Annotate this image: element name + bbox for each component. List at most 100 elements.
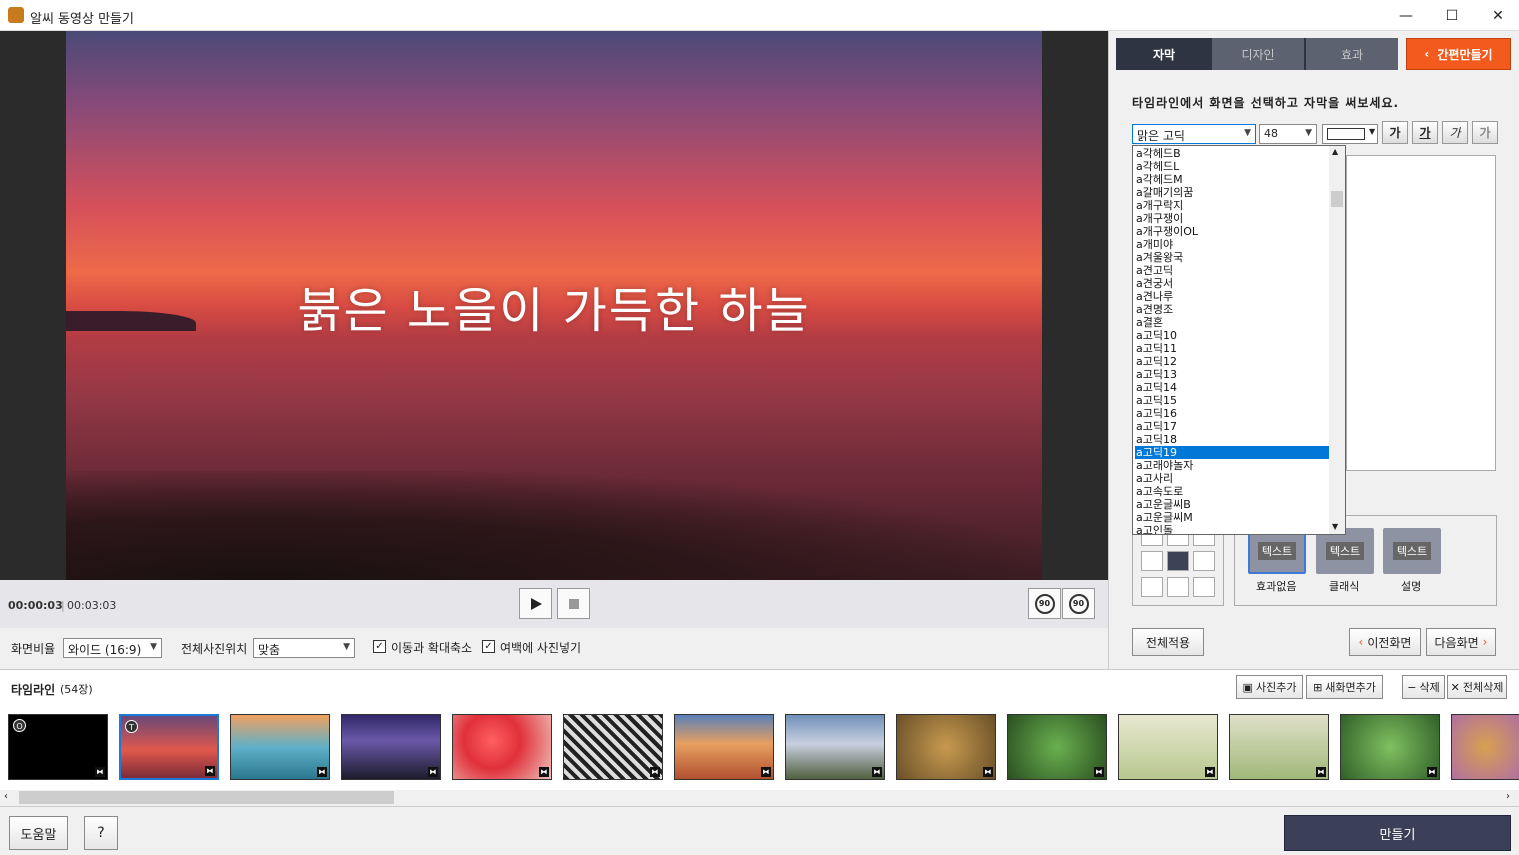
- minimize-button[interactable]: —: [1383, 0, 1429, 31]
- transition-icon: ⧓: [1205, 767, 1215, 777]
- timeline-thumbnail[interactable]: ⧓: [452, 714, 552, 780]
- underline-button[interactable]: 가: [1412, 121, 1438, 144]
- scrollbar-thumb[interactable]: [1331, 191, 1343, 207]
- chevron-up-icon[interactable]: ▲: [1332, 147, 1338, 156]
- make-button[interactable]: 만들기: [1284, 815, 1511, 851]
- align-bottom-left[interactable]: [1141, 577, 1163, 597]
- font-list-item[interactable]: a고사리: [1135, 472, 1329, 485]
- position-value: 맞춤: [258, 643, 281, 657]
- ratio-select[interactable]: 와이드 (16:9) ▼: [63, 638, 162, 658]
- font-list-item[interactable]: a겨울왕국: [1135, 251, 1329, 264]
- apply-all-button[interactable]: 전체적용: [1132, 628, 1204, 656]
- font-list-item[interactable]: a개구락지: [1135, 199, 1329, 212]
- close-button[interactable]: ✕: [1475, 0, 1519, 31]
- tab-effect[interactable]: 효과: [1306, 38, 1398, 70]
- stop-button[interactable]: [557, 588, 590, 619]
- chevron-left-icon[interactable]: ‹: [4, 791, 8, 802]
- font-list-item[interactable]: a각헤드B: [1135, 147, 1329, 160]
- pan-zoom-checkbox[interactable]: ✓: [373, 640, 386, 653]
- timeline-thumbnail[interactable]: O ⧓: [8, 714, 108, 780]
- subtitle-textarea[interactable]: [1346, 155, 1496, 471]
- font-color-picker[interactable]: ▼: [1322, 124, 1378, 144]
- font-list-item[interactable]: a고운글씨M: [1135, 511, 1329, 524]
- transition-icon: ⧓: [1094, 767, 1104, 777]
- chevron-right-icon[interactable]: ›: [1506, 791, 1510, 802]
- fill-margin-checkbox[interactable]: ✓: [482, 640, 495, 653]
- font-list-item[interactable]: a각헤드M: [1135, 173, 1329, 186]
- effect-description[interactable]: 텍스트: [1383, 528, 1441, 574]
- font-list-item[interactable]: a갈매기의꿈: [1135, 186, 1329, 199]
- align-bottom-right[interactable]: [1193, 577, 1215, 597]
- rotate-left-button[interactable]: 90: [1028, 588, 1061, 619]
- timeline-thumbnail[interactable]: [1451, 714, 1519, 780]
- font-list-item[interactable]: a고딕11: [1135, 342, 1329, 355]
- font-list-item[interactable]: a결혼: [1135, 316, 1329, 329]
- quick-make-button[interactable]: ‹ 간편만들기: [1406, 38, 1511, 70]
- scrollbar-thumb[interactable]: [19, 791, 394, 804]
- timeline-thumbnail[interactable]: ⧓: [341, 714, 441, 780]
- font-list-item[interactable]: a고딕16: [1135, 407, 1329, 420]
- timeline-thumbnail[interactable]: ⧓: [1229, 714, 1329, 780]
- timeline-thumbnail[interactable]: ⧓: [785, 714, 885, 780]
- rotate-right-button[interactable]: 90: [1062, 588, 1095, 619]
- align-bottom-center[interactable]: [1167, 577, 1189, 597]
- align-middle-left[interactable]: [1141, 551, 1163, 571]
- play-button[interactable]: [519, 588, 552, 619]
- text-badge-icon: T: [125, 720, 138, 733]
- font-list-item[interactable]: a고래야놀자: [1135, 459, 1329, 472]
- align-middle-center[interactable]: [1167, 551, 1189, 571]
- timeline-thumbnail[interactable]: ⧓: [1007, 714, 1107, 780]
- font-list-item[interactable]: a개구쟁이: [1135, 212, 1329, 225]
- timeline-thumbnail[interactable]: ⧓: [896, 714, 996, 780]
- delete-button[interactable]: − 삭제: [1402, 675, 1445, 699]
- add-photo-button[interactable]: ▣ 사진추가: [1236, 675, 1303, 699]
- tab-subtitle[interactable]: 자막: [1118, 38, 1210, 70]
- font-list-item[interactable]: a고딕19: [1135, 446, 1329, 459]
- font-list-item[interactable]: a고딕10: [1135, 329, 1329, 342]
- font-list-item[interactable]: a고딕17: [1135, 420, 1329, 433]
- align-middle-right[interactable]: [1193, 551, 1215, 571]
- font-list-item[interactable]: a고딕13: [1135, 368, 1329, 381]
- shadow-button[interactable]: 가: [1472, 121, 1498, 144]
- timeline-thumbnail[interactable]: ⧓: [563, 714, 663, 780]
- tab-design[interactable]: 디자인: [1212, 38, 1304, 70]
- add-screen-button[interactable]: ⊞ 새화면추가: [1306, 675, 1383, 699]
- font-list-item[interactable]: a고딕14: [1135, 381, 1329, 394]
- font-list-item[interactable]: a견고딕: [1135, 264, 1329, 277]
- font-list-item[interactable]: a고딕12: [1135, 355, 1329, 368]
- font-list-item[interactable]: a고운글씨B: [1135, 498, 1329, 511]
- prev-screen-button[interactable]: ‹ 이전화면: [1349, 628, 1421, 656]
- chevron-down-icon: ▼: [343, 642, 350, 652]
- timeline-scrollbar[interactable]: ‹ ›: [0, 790, 1519, 806]
- font-list-item[interactable]: a개구쟁이OL: [1135, 225, 1329, 238]
- font-list-item[interactable]: a견나루: [1135, 290, 1329, 303]
- italic-button[interactable]: 가: [1442, 121, 1468, 144]
- bold-button[interactable]: 가: [1382, 121, 1408, 144]
- timeline-thumbnail[interactable]: ⧓: [230, 714, 330, 780]
- position-select[interactable]: 맞춤 ▼: [253, 638, 355, 658]
- font-list-item[interactable]: a각헤드L: [1135, 160, 1329, 173]
- font-list-item[interactable]: a고인돌: [1135, 524, 1329, 534]
- chevron-down-icon[interactable]: ▼: [1332, 522, 1338, 531]
- question-button[interactable]: ?: [84, 816, 118, 850]
- dropdown-scrollbar[interactable]: ▲ ▼: [1329, 146, 1345, 534]
- timeline-thumbnail[interactable]: ⧓: [1340, 714, 1440, 780]
- title-bar: 알씨 동영상 만들기 — ☐ ✕: [0, 0, 1519, 31]
- font-list-item[interactable]: a개미야: [1135, 238, 1329, 251]
- font-dropdown-list[interactable]: ▲ ▼ a각헤드B a각헤드L a각헤드M a갈매기의꿈 a개구락지 a개구쟁이 a개구쟁이…: [1132, 145, 1346, 535]
- font-list-item[interactable]: a고딕18: [1135, 433, 1329, 446]
- delete-all-button[interactable]: ✕ 전체삭제: [1447, 675, 1507, 699]
- chevron-left-icon: ‹: [1358, 635, 1364, 649]
- timeline-thumbnail[interactable]: ⧓: [674, 714, 774, 780]
- timeline-thumbnail[interactable]: T ⧓: [119, 714, 219, 780]
- font-list-item[interactable]: a고딕15: [1135, 394, 1329, 407]
- timeline-thumbnail[interactable]: ⧓: [1118, 714, 1218, 780]
- help-button[interactable]: 도움말: [9, 816, 68, 850]
- maximize-button[interactable]: ☐: [1429, 0, 1475, 31]
- font-list-item[interactable]: a견궁서: [1135, 277, 1329, 290]
- font-list-item[interactable]: a견명조: [1135, 303, 1329, 316]
- next-screen-button[interactable]: 다음화면 ›: [1426, 628, 1496, 656]
- font-size-select[interactable]: 48 ▼: [1259, 124, 1317, 144]
- font-select[interactable]: 맑은 고딕 ▼: [1132, 124, 1256, 144]
- font-list-item[interactable]: a고속도로: [1135, 485, 1329, 498]
